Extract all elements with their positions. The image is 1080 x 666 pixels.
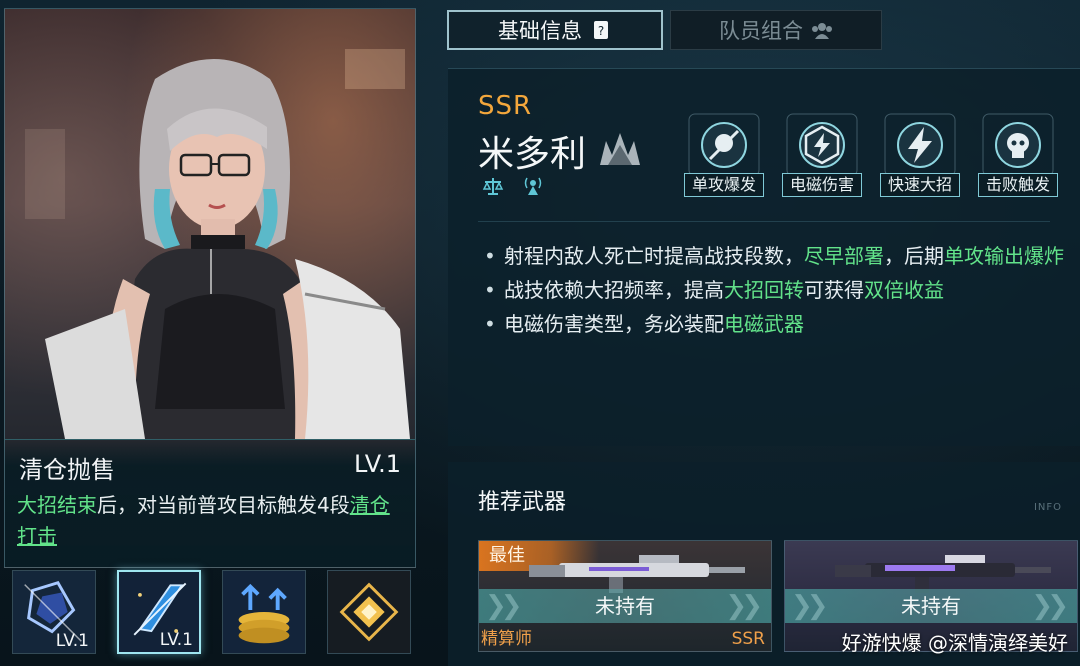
- character-portrait-panel: 清仓抛售 LV.1 大招结束后，对当前普攻目标触发4段清仓打击: [4, 8, 416, 568]
- skill-icon-3[interactable]: [222, 570, 306, 654]
- tag-single-burst[interactable]: 单攻爆发: [684, 113, 764, 197]
- divider: [478, 221, 1050, 222]
- character-portrait: [25, 49, 410, 439]
- document-icon: ?: [594, 21, 608, 39]
- description-item: 电磁伤害类型，务必装配电磁武器: [480, 307, 1070, 341]
- class-icons: [482, 175, 544, 197]
- tag-label: 电磁伤害: [782, 173, 862, 197]
- desc-text: 可获得: [804, 278, 864, 302]
- tag-fast-ultimate[interactable]: 快速大招: [880, 113, 960, 197]
- skill-description: 大招结束后，对当前普攻目标触发4段清仓打击: [17, 490, 409, 552]
- diamond-skill-icon: [328, 571, 410, 653]
- skill-icon-2[interactable]: LV.1: [117, 570, 201, 654]
- weapon-rarity: SSR: [731, 629, 765, 649]
- tab-team-combo[interactable]: 队员组合: [670, 10, 882, 50]
- chevron-left-icon: ❯❯: [791, 591, 828, 621]
- skill-icon-1[interactable]: LV.1: [12, 570, 96, 654]
- skill-icon-4[interactable]: [327, 570, 411, 654]
- desc-highlight: 尽早部署: [804, 244, 884, 268]
- desc-highlight: 双倍收益: [864, 278, 944, 302]
- watermark: 好游快爆 @深情演绎美好: [841, 631, 1068, 655]
- tag-label: 单攻爆发: [684, 173, 764, 197]
- skill-icon-1-level: LV.1: [55, 631, 89, 651]
- skill-info-overlay: 清仓抛售 LV.1 大招结束后，对当前普攻目标触发4段清仓打击: [5, 439, 415, 567]
- skill-desc-text: 后，对当前普攻目标触发4段: [97, 493, 350, 517]
- lightning-hexagon-icon: [786, 113, 858, 177]
- tag-kill-trigger[interactable]: 击败触发: [978, 113, 1058, 197]
- skull-crosshair-icon: [688, 113, 760, 177]
- tag-label: 快速大招: [880, 173, 960, 197]
- skill-icon-2-level: LV.1: [159, 630, 193, 650]
- weapon-status: 未持有: [901, 594, 961, 618]
- character-info-panel: SSR 米多利 单攻爆发 电磁伤害 快速大招 击败触发 • 射程内敌人死亡时提高…: [448, 68, 1080, 446]
- balance-icon: [482, 178, 504, 195]
- rarity-label: SSR: [478, 91, 533, 121]
- desc-text: 射程内敌人死亡时提高战技段数，: [504, 244, 804, 268]
- tab-basic-info-label: 基础信息: [498, 19, 582, 43]
- skill-desc-highlight: 大招结束: [17, 493, 97, 517]
- skill-icon-row: LV.1 LV.1: [12, 570, 412, 656]
- desc-text: 战技依赖大招频率，提高: [504, 278, 724, 302]
- weapon-status: 未持有: [595, 594, 655, 618]
- chevron-right-icon: ❯❯: [725, 591, 762, 621]
- desc-highlight: 大招回转: [724, 278, 804, 302]
- weapon-status-bar: ❯❯ 未持有 ❯❯: [785, 589, 1077, 623]
- team-icon: [812, 23, 832, 39]
- tag-label: 击败触发: [978, 173, 1058, 197]
- tab-team-combo-label: 队员组合: [719, 19, 803, 43]
- weapon-status-bar: ❯❯ 未持有 ❯❯: [479, 589, 771, 623]
- crown-emblem-icon: [600, 133, 640, 165]
- tab-basic-info[interactable]: 基础信息 ?: [447, 10, 663, 50]
- skill-name: 清仓抛售: [19, 456, 115, 484]
- weapon-card-best[interactable]: 最佳 ❯❯ 未持有 ❯❯ 精算师 SSR: [478, 540, 772, 652]
- character-name: 米多利: [478, 134, 587, 175]
- desc-text: ，后期: [884, 244, 944, 268]
- chevron-left-icon: ❯❯: [485, 591, 522, 621]
- skill-level: LV.1: [354, 450, 401, 478]
- desc-highlight: 电磁武器: [724, 312, 804, 336]
- desc-highlight: 单攻输出爆炸: [944, 244, 1064, 268]
- skull-icon: [982, 113, 1054, 177]
- tag-electromagnetic[interactable]: 电磁伤害: [782, 113, 862, 197]
- description-item: 战技依赖大招频率，提高大招回转可获得双倍收益: [480, 273, 1070, 307]
- weapons-title: 推荐武器: [478, 490, 567, 515]
- coins-skill-icon: [223, 571, 305, 653]
- trait-tags: 单攻爆发 电磁伤害 快速大招 击败触发: [684, 113, 1058, 197]
- description-item: 射程内敌人死亡时提高战技段数，尽早部署，后期单攻输出爆炸: [480, 239, 1070, 273]
- info-tag: INFO: [1033, 502, 1062, 513]
- weapon-name: 精算师: [481, 629, 532, 649]
- tower-signal-icon: [524, 177, 542, 195]
- desc-text: 电磁伤害类型，务必装配: [504, 312, 724, 336]
- strategy-description-list: 射程内敌人死亡时提高战技段数，尽早部署，后期单攻输出爆炸 战技依赖大招频率，提高…: [480, 239, 1070, 341]
- svg-text:?: ?: [598, 24, 604, 38]
- lightning-icon: [884, 113, 956, 177]
- chevron-right-icon: ❯❯: [1031, 591, 1068, 621]
